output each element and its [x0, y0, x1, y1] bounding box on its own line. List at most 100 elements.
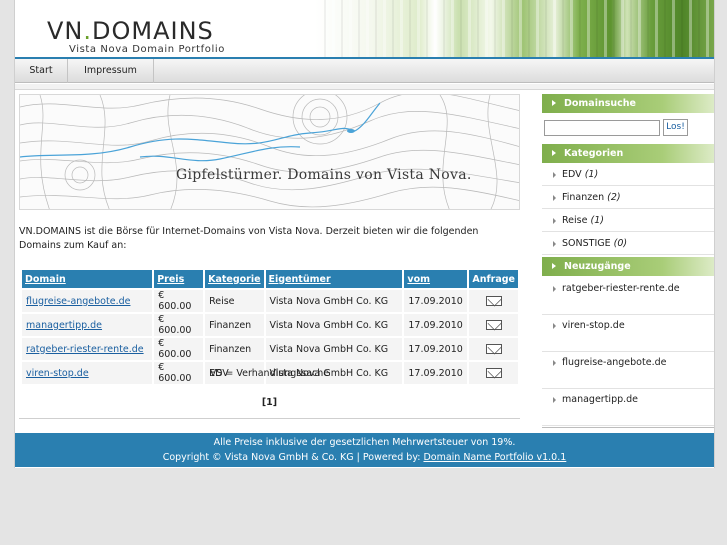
cell-request — [469, 290, 518, 312]
category-item-finanzen[interactable]: Finanzen (2) — [542, 187, 714, 209]
sort-domain-link[interactable]: Domain — [25, 274, 66, 285]
cell-category: Finanzen — [205, 314, 264, 336]
sidebar-divider — [542, 427, 714, 428]
logo-text-vn: VN — [47, 17, 84, 45]
category-item-edv[interactable]: EDV (1) — [542, 164, 714, 186]
domain-link[interactable]: ratgeber-riester-rente.de — [26, 344, 144, 355]
content-divider — [19, 418, 520, 419]
category-name: SONSTIGE — [562, 238, 611, 249]
category-count: (2) — [607, 192, 621, 203]
arrow-right-icon — [552, 263, 556, 269]
new-domain-item[interactable]: managertipp.de — [542, 389, 714, 426]
banner-slogan: Gipfelstürmer. Domains von Vista Nova. — [176, 167, 472, 183]
new-domain-name: flugreise-angebote.de — [562, 357, 667, 368]
kategorien-title: Kategorien — [564, 148, 624, 159]
logo-dot: . — [83, 17, 93, 45]
cell-owner: Vista Nova GmbH Co. KG — [265, 338, 403, 360]
cell-domain: flugreise-angebote.de — [22, 290, 153, 312]
neuzugaenge-header: Neuzugänge — [542, 257, 714, 276]
logo-text-domains: DOMAINS — [92, 17, 214, 45]
table-row: ratgeber-riester-rente.de € 600.00 Finan… — [22, 338, 518, 360]
domain-search-input[interactable] — [544, 120, 660, 136]
cell-date: 17.09.2010 — [404, 314, 468, 336]
header: VN.DOMAINS Vista Nova Domain Portfolio — [15, 0, 714, 59]
cell-date: 17.09.2010 — [404, 338, 468, 360]
envelope-icon[interactable] — [485, 344, 502, 354]
domain-link[interactable]: flugreise-angebote.de — [26, 296, 130, 307]
new-domain-name: managertipp.de — [562, 394, 639, 405]
cell-date: 17.09.2010 — [404, 290, 468, 312]
domainsuche-header: Domainsuche — [542, 94, 714, 113]
new-domain-item[interactable]: viren-stop.de — [542, 315, 714, 352]
cell-request — [469, 314, 518, 336]
arrow-right-icon — [552, 100, 556, 106]
footer: Alle Preise inklusive der gesetzlichen M… — [15, 433, 714, 467]
banner-image: Gipfelstürmer. Domains von Vista Nova. — [19, 94, 520, 210]
search-submit-button[interactable]: Los! — [663, 119, 688, 136]
sort-date-link[interactable]: vom — [407, 274, 430, 285]
bullet-triangle-icon — [553, 195, 556, 201]
cell-price: € 600.00 — [154, 290, 204, 312]
sidebar: Domainsuche Los! Kategorien EDV (1) Fina… — [542, 94, 714, 428]
col-price-header[interactable]: Preis — [154, 270, 204, 288]
col-category-header[interactable]: Kategorie — [205, 270, 264, 288]
col-owner-header[interactable]: Eigentümer — [265, 270, 403, 288]
cell-category: Reise — [205, 290, 264, 312]
envelope-icon[interactable] — [485, 296, 502, 306]
vs-note: VS = Verhandlungssache — [209, 368, 330, 379]
domain-link[interactable]: managertipp.de — [26, 320, 102, 331]
cell-domain: managertipp.de — [22, 314, 153, 336]
site-logo[interactable]: VN.DOMAINS — [47, 17, 214, 45]
col-request-header: Anfrage — [469, 270, 518, 288]
new-domain-item[interactable]: flugreise-angebote.de — [542, 352, 714, 389]
copyright-text: Copyright © Vista Nova GmbH & Co. KG | P… — [162, 452, 424, 463]
col-domain-header[interactable]: Domain — [22, 270, 153, 288]
sort-category-link[interactable]: Kategorie — [208, 274, 260, 285]
footer-copyright: Copyright © Vista Nova GmbH & Co. KG | P… — [15, 452, 714, 463]
topographic-map-icon — [20, 95, 519, 209]
powered-by-link[interactable]: Domain Name Portfolio v1.0.1 — [423, 452, 566, 463]
table-row: flugreise-angebote.de € 600.00 Reise Vis… — [22, 290, 518, 312]
new-domain-name: viren-stop.de — [562, 320, 625, 331]
domainsuche-title: Domainsuche — [564, 98, 636, 109]
bullet-triangle-icon — [553, 172, 556, 178]
category-item-reise[interactable]: Reise (1) — [542, 210, 714, 232]
category-count: (1) — [584, 169, 599, 180]
main-nav: Start Impressum — [15, 59, 714, 83]
table-row: managertipp.de € 600.00 Finanzen Vista N… — [22, 314, 518, 336]
envelope-icon[interactable] — [485, 320, 502, 330]
category-item-sonstige[interactable]: SONSTIGE (0) — [542, 233, 714, 255]
page: VN.DOMAINS Vista Nova Domain Portfolio S… — [14, 0, 715, 468]
col-date-header[interactable]: vom — [404, 270, 468, 288]
arrow-right-icon — [552, 150, 556, 156]
intro-text: VN.DOMAINS ist die Börse für Internet-Do… — [19, 226, 479, 251]
bullet-triangle-icon — [553, 286, 556, 292]
bullet-triangle-icon — [553, 323, 556, 329]
nav-item-impressum[interactable]: Impressum — [68, 59, 154, 83]
sort-price-link[interactable]: Preis — [157, 274, 184, 285]
bullet-triangle-icon — [553, 360, 556, 366]
cell-owner: Vista Nova GmbH Co. KG — [265, 290, 403, 312]
category-name: EDV — [562, 169, 582, 180]
category-count: (1) — [590, 215, 604, 226]
cell-domain: ratgeber-riester-rente.de — [22, 338, 153, 360]
sort-owner-link[interactable]: Eigentümer — [269, 274, 331, 285]
bullet-triangle-icon — [553, 397, 556, 403]
new-domain-item[interactable]: ratgeber-riester-rente.de — [542, 278, 714, 315]
pagination: [1] — [15, 397, 524, 408]
footer-vat-note: Alle Preise inklusive der gesetzlichen M… — [213, 437, 516, 448]
cell-category: Finanzen — [205, 338, 264, 360]
neuzugaenge-title: Neuzugänge — [564, 261, 631, 272]
bullet-triangle-icon — [553, 218, 556, 224]
cell-price: € 600.00 — [154, 314, 204, 336]
cell-owner: Vista Nova GmbH Co. KG — [265, 314, 403, 336]
category-name: Reise — [562, 215, 588, 226]
site-subtitle: Vista Nova Domain Portfolio — [69, 44, 225, 55]
cell-request — [469, 338, 518, 360]
category-count: (0) — [613, 238, 628, 249]
nav-item-start[interactable]: Start — [15, 59, 68, 83]
table-header-row: Domain Preis Kategorie Eigentümer vom An… — [22, 270, 518, 288]
new-domain-name: ratgeber-riester-rente.de — [562, 283, 680, 294]
bullet-triangle-icon — [553, 241, 556, 247]
page-link-1[interactable]: [1] — [262, 397, 277, 408]
